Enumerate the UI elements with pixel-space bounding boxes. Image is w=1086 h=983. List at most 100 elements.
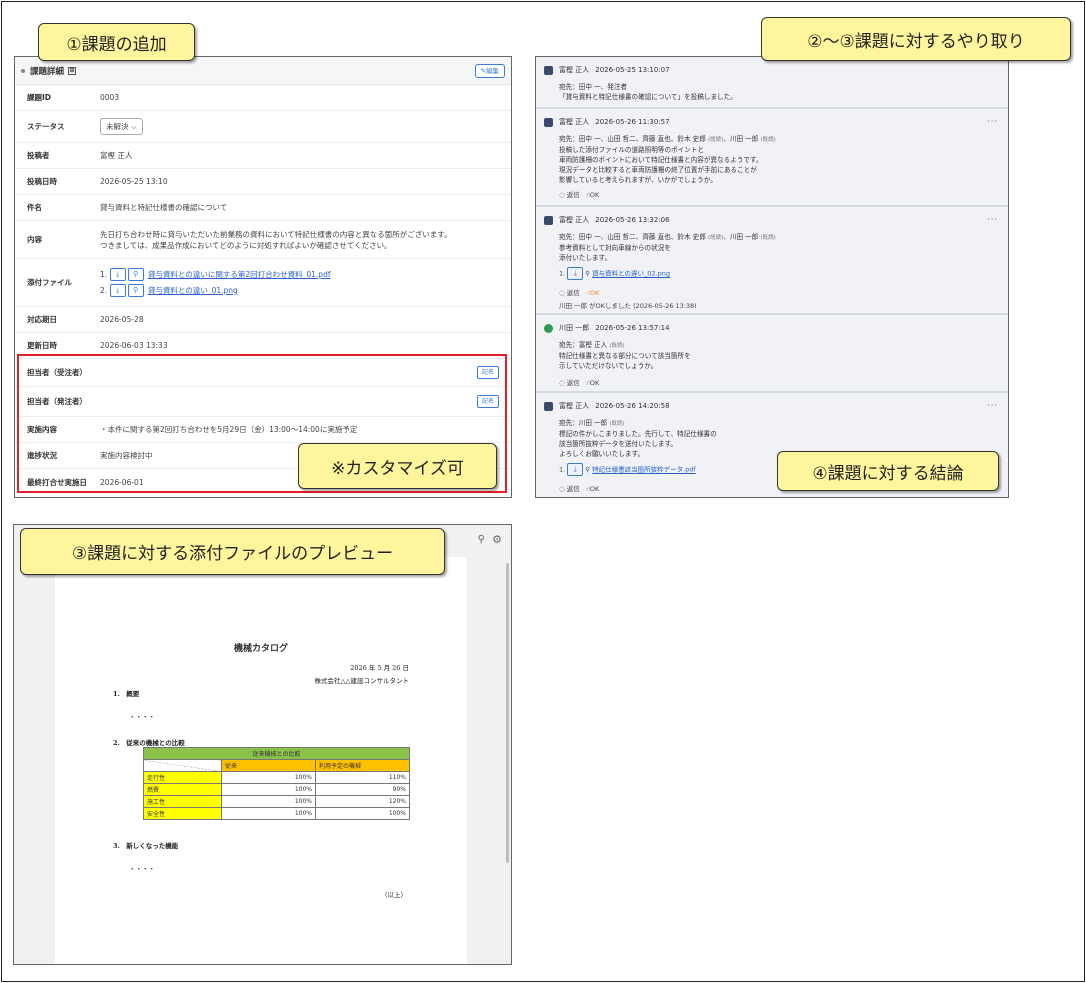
issue-detail-panel: 課題詳細 ⊞ ✎編集 課題ID 0003 ステータス 未解決 ⌵ 投稿者 富樫 …	[14, 56, 512, 498]
message-author: 富樫 正人	[559, 402, 590, 410]
doc-section-1-body: ・・・・	[129, 713, 155, 721]
doc-title: 機械カタログ	[233, 644, 288, 654]
row-attachments: 添付ファイル 1. ⤓ ⚲ 貸与資料との違いに関する第2回打合わせ資料_01.pd…	[15, 259, 511, 307]
reply-icon: ◌	[559, 289, 565, 297]
download-icon[interactable]: ⤓	[567, 267, 584, 280]
search-icon[interactable]: ⚲	[478, 534, 485, 545]
avatar	[544, 401, 553, 411]
gear-icon[interactable]: ⚙	[492, 533, 502, 546]
row-poster: 投稿者 富樫 正人	[15, 143, 511, 169]
reply-button[interactable]: ◌ 返信	[559, 485, 580, 493]
label-issue-id: 課題ID	[27, 93, 52, 102]
preview-search-icon[interactable]: ⚲	[127, 284, 144, 297]
more-menu-icon[interactable]: ···	[987, 215, 998, 224]
message-actions: ◌ 返信 ☝OK	[559, 377, 599, 387]
edit-button[interactable]: ✎編集	[474, 64, 505, 78]
preview-search-icon[interactable]: ⚲	[127, 268, 144, 281]
value-posted-at: 2026-05-25 13:10	[100, 177, 168, 186]
label-attachments: 添付ファイル	[27, 278, 72, 287]
callout-exchange: ②～③課題に対するやり取り	[761, 17, 1071, 61]
reply-icon: ◌	[559, 485, 565, 493]
expand-icon[interactable]: ⊞	[68, 66, 77, 75]
label-due: 対応期日	[27, 315, 57, 324]
thread-panel: 富樫 正人 2026-05-25 13:10:07 宛先：田中 一、発注者 「貸与…	[535, 56, 1009, 498]
thread-message-1: 富樫 正人 2026-05-25 13:10:07 宛先：田中 一、発注者 「貸与…	[536, 57, 1008, 109]
table-col-header: 利用予定の機械	[315, 759, 410, 772]
message-body: 宛先：田中 一、山田 哲二、齊藤 直也、鈴木 史郎 (既読)、川田 一郎 (既読…	[559, 233, 776, 262]
label-assignee-contractor: 担当者（受注者）	[27, 368, 87, 377]
value-last-meeting: 2026-06-01	[100, 477, 144, 487]
value-due: 2026-05-28	[100, 315, 144, 324]
reply-icon: ◌	[559, 379, 565, 387]
row-issue-id: 課題ID 0003	[15, 85, 511, 111]
message-body: 宛先：田中 一、山田 哲二、齊藤 直也、鈴木 史郎 (既読)、川田 一郎 (既読…	[559, 135, 776, 184]
message-time: 2026-05-26 13:32:06	[595, 216, 670, 224]
callout-conclusion: ④課題に対する結論	[777, 451, 999, 491]
message-actions: ◌ 返信 ☝OK	[559, 483, 599, 493]
download-icon[interactable]: ⤓	[109, 284, 126, 297]
label-poster: 投稿者	[27, 151, 50, 160]
attachment-list: 1. ⤓ ⚲ 貸与資料との違いに関する第2回打合わせ資料_01.pdf 2. ⤓ ⚲…	[100, 267, 330, 299]
message-actions: ◌ 返信 ☝OK	[559, 189, 599, 199]
preview-page: 機械カタログ 2026 年 5 月 26 日 株式会社△△建設コンサルタント 1…	[55, 557, 467, 964]
table-row: 施工性 100% 120%	[143, 795, 410, 808]
doc-section-2: 2. 従来の機械との比較	[113, 739, 185, 747]
message-body: 宛先：田中 一、発注者 「貸与資料と特記仕様書の確認について」を投稿しました。	[559, 83, 737, 101]
label-subject: 件名	[27, 203, 42, 212]
preview-search-icon[interactable]: ⚲	[585, 270, 590, 278]
download-icon[interactable]: ⤓	[109, 268, 126, 281]
table-row: 安全性 100% 100%	[143, 807, 410, 820]
ok-button[interactable]: ☝OK	[586, 485, 599, 493]
doc-section-1: 1. 概要	[113, 690, 140, 698]
preview-scrollbar[interactable]	[506, 563, 509, 863]
reply-button[interactable]: ◌ 返信	[559, 379, 580, 387]
row-assignee-client: 担当者（発注者） 記名	[15, 387, 511, 417]
row-plan: 実施内容 ・本件に関する第2回打ち合わせを5月29日（金）13:00～14:00…	[15, 417, 511, 443]
more-menu-icon[interactable]: ···	[987, 401, 998, 410]
reply-icon: ◌	[559, 191, 565, 199]
attachment-link[interactable]: 特記仕様書該当箇所抜粋データ.pdf	[592, 466, 696, 474]
download-icon[interactable]: ⤓	[567, 463, 584, 476]
comparison-table: 従来機械との比較 従来 利用予定の機械 走行性 100% 110% 燃費 100% 90…	[143, 747, 410, 820]
ok-button[interactable]: ☝OK	[586, 289, 599, 297]
doc-date: 2026 年 5 月 26 日	[350, 664, 409, 672]
avatar	[544, 65, 553, 75]
message-attachment: 1. ⤓ ⚲ 特記仕様書該当箇所抜粋データ.pdf	[559, 463, 696, 476]
message-actions: ◌ 返信 ☝OK	[559, 287, 599, 297]
message-time: 2026-05-25 13:10:07	[595, 66, 670, 74]
doc-section-3-body: ・・・・	[129, 865, 155, 873]
label-last-meeting: 最終打合せ実施日	[27, 477, 87, 487]
issue-detail-header: 課題詳細 ⊞	[15, 57, 511, 85]
message-body: 宛先：富樫 正人 (既読) 特記仕様書と異なる部分について該当箇所を 示していただ…	[559, 341, 691, 370]
label-updated: 更新日時	[27, 341, 57, 350]
attachment-link-2[interactable]: 貸与資料との違い_01.png	[148, 286, 238, 295]
doc-end-mark: （以上）	[381, 891, 407, 899]
ok-button[interactable]: ☝OK	[586, 379, 599, 387]
message-author: 富樫 正人	[559, 216, 590, 224]
row-posted-at: 投稿日時 2026-05-25 13:10	[15, 169, 511, 195]
table-col-header: 従来	[221, 759, 316, 772]
callout-add-issue: ①課題の追加	[38, 23, 195, 61]
ok-button[interactable]: ☝OK	[586, 191, 599, 199]
status-select[interactable]: 未解決 ⌵	[100, 118, 143, 135]
row-status: ステータス 未解決 ⌵	[15, 111, 511, 143]
preview-search-icon[interactable]: ⚲	[585, 466, 590, 474]
sign-button-client[interactable]: 記名	[476, 395, 499, 408]
callout-preview: ③課題に対する添付ファイルのプレビュー	[20, 528, 445, 575]
row-content: 内容 先日打ち合わせ時に貸与いただいた前業務の資料において特記仕様書の内容と異な…	[15, 221, 511, 259]
table-row: 燃費 100% 90%	[143, 783, 410, 796]
sign-button-contractor[interactable]: 記名	[476, 366, 499, 379]
table-header: 従来機械との比較	[143, 747, 410, 760]
attachment-link-1[interactable]: 貸与資料との違いに関する第2回打合わせ資料_01.pdf	[148, 270, 331, 279]
reply-button[interactable]: ◌ 返信	[559, 289, 580, 297]
message-attachment: 1. ⤓ ⚲ 貸与資料との違い_02.png	[559, 267, 670, 280]
attachment-link[interactable]: 貸与資料との違い_02.png	[592, 270, 670, 278]
thread-message-2: 富樫 正人 2026-05-26 11:30:57 ··· 宛先：田中 一、山田…	[536, 109, 1008, 207]
reply-button[interactable]: ◌ 返信	[559, 191, 580, 199]
callout-customizable: ※カスタマイズ可	[298, 443, 497, 489]
more-menu-icon[interactable]: ···	[987, 117, 998, 126]
message-author: 富樫 正人	[559, 118, 590, 126]
avatar	[544, 323, 553, 333]
value-progress: 実施内容検討中	[100, 451, 153, 460]
message-time: 2026-05-26 11:30:57	[595, 118, 670, 126]
